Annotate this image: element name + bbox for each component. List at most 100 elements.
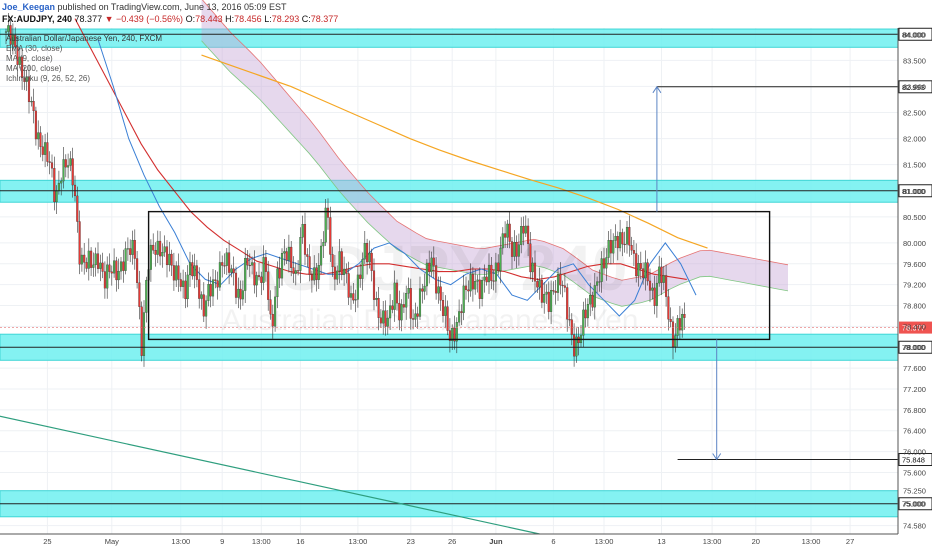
candle-body <box>119 261 123 272</box>
y-tick-label: 78.400 <box>903 322 926 331</box>
candle-body <box>115 260 118 281</box>
candle-body <box>131 239 134 255</box>
candle-body <box>476 279 479 282</box>
x-tick-label: 27 <box>846 537 854 546</box>
candle-body <box>474 281 477 290</box>
candle-body <box>391 305 394 310</box>
candle-body <box>481 280 484 299</box>
legend-item-ma9[interactable]: MA (9, close) <box>6 54 162 64</box>
candle-body <box>416 313 419 317</box>
legend-item-ma200[interactable]: MA (200, close) <box>6 64 162 74</box>
candle-body <box>568 319 571 321</box>
candle-body <box>455 322 458 342</box>
candle-body <box>563 285 566 288</box>
candle-body <box>251 262 254 266</box>
candle-body <box>343 268 346 275</box>
candle-body <box>287 246 290 261</box>
candle-body <box>145 279 148 313</box>
y-tick-label: 78.000 <box>903 343 926 352</box>
candle-body <box>644 262 647 279</box>
candle-body <box>44 142 47 155</box>
candle-body <box>435 265 438 294</box>
y-tick-label: 81.000 <box>903 187 926 196</box>
candle-body <box>540 280 543 303</box>
candle-body <box>607 240 610 258</box>
candle-body <box>301 224 304 238</box>
candle-body <box>159 240 162 257</box>
candle-body <box>363 243 366 260</box>
candle-body <box>161 252 164 257</box>
candle-body <box>614 236 617 241</box>
candle-body <box>584 309 587 319</box>
candle-body <box>635 253 638 277</box>
candle-body <box>345 268 348 274</box>
author-link[interactable]: Joe_Keegan <box>2 2 55 12</box>
candle-body <box>547 291 550 312</box>
candle-body <box>308 256 311 275</box>
candle-body <box>200 294 203 299</box>
x-tick-label: 13:00 <box>252 537 271 546</box>
candle-body <box>492 280 495 282</box>
candle-body <box>600 258 603 282</box>
candle-body <box>414 313 417 320</box>
x-tick-label: 25 <box>43 537 51 546</box>
quote-line: FX:AUDJPY, 240 78.377 ▼ −0.439 (−0.56%) … <box>2 14 338 24</box>
y-tick-label: 82.500 <box>903 109 926 118</box>
candle-body <box>338 251 341 272</box>
close-value: 78.377 <box>310 14 339 24</box>
x-tick-label: 13:00 <box>171 537 190 546</box>
candle-body <box>221 262 224 266</box>
candle <box>140 301 143 362</box>
open-label: O: <box>185 14 196 24</box>
candle-body <box>234 272 238 298</box>
candle-body <box>556 274 560 293</box>
chart-root: AUDJPY, 240 Australian Dollar/Japanese Y… <box>0 0 932 550</box>
candle-body <box>329 217 332 255</box>
candle-body <box>320 245 323 266</box>
candle-body <box>527 225 530 244</box>
y-tick-label: 79.200 <box>903 281 926 290</box>
candle-body <box>616 236 619 249</box>
x-tick-label: 13:00 <box>349 537 368 546</box>
legend: Australian Dollar/Japanese Yen, 240, FXC… <box>6 34 162 84</box>
candle-body <box>168 253 171 266</box>
candle-body <box>428 262 431 273</box>
candle-body <box>596 281 599 286</box>
candle-body <box>165 246 169 266</box>
candle-body <box>195 265 198 280</box>
legend-item-ichimoku[interactable]: Ichimoku (9, 26, 52, 26) <box>6 74 162 84</box>
candle-body <box>559 274 562 286</box>
candle-body <box>230 268 233 273</box>
candle-body <box>375 298 378 300</box>
candle-body <box>32 101 35 112</box>
candle-body <box>349 293 353 298</box>
candle-body <box>517 244 520 257</box>
candle-body <box>515 242 518 257</box>
candle-body <box>483 276 486 281</box>
candle-body <box>292 267 295 274</box>
candle-body <box>552 290 555 292</box>
publish-line: Joe_Keegan published on TradingView.com,… <box>2 2 287 12</box>
candle-body <box>90 250 93 268</box>
legend-item-ema30[interactable]: EMA (30, close) <box>6 44 162 54</box>
candle-body <box>218 262 221 288</box>
y-tick-label: 83.000 <box>903 82 926 91</box>
candle-body <box>646 262 649 282</box>
candle-body <box>651 287 654 291</box>
candle-body <box>589 295 592 305</box>
candle-body <box>283 251 286 254</box>
open-value: 78.443 <box>195 14 223 24</box>
candle-body <box>55 190 58 203</box>
candle-body <box>658 266 661 284</box>
candle-body <box>444 306 447 316</box>
candle-body <box>96 253 100 269</box>
x-tick-label: 13:00 <box>595 537 614 546</box>
candle-body <box>359 274 362 279</box>
candle-body <box>533 262 537 282</box>
candle-body <box>124 248 127 271</box>
header-bar: Joe_Keegan published on TradingView.com,… <box>0 0 932 30</box>
candle-body <box>313 267 316 281</box>
candle-body <box>117 271 120 281</box>
candle-body <box>469 274 472 292</box>
candle-body <box>648 280 652 291</box>
